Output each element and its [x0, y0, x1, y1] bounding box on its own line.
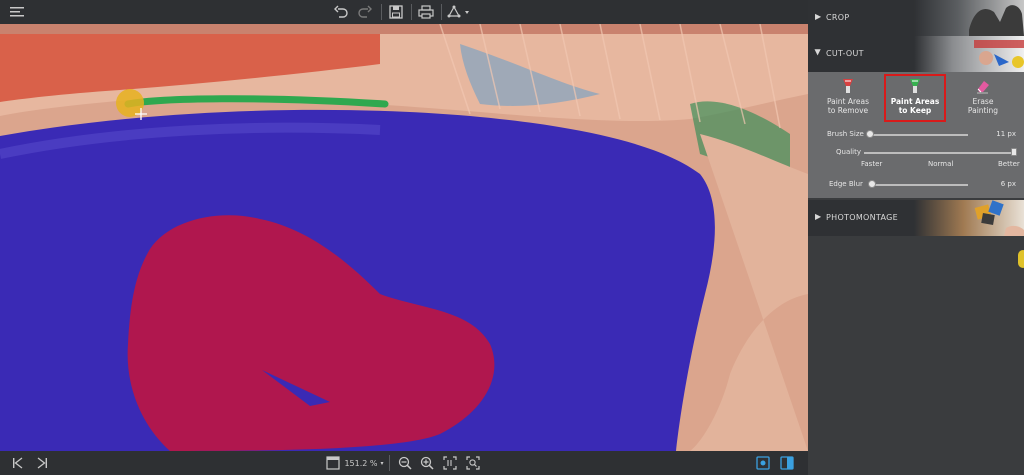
remove-label-line1: Paint Areas — [826, 97, 870, 106]
eraser-icon — [977, 81, 989, 94]
image-canvas[interactable] — [0, 24, 808, 451]
edge-blur-value: 6 px — [1000, 180, 1016, 188]
brush-cursor — [116, 89, 144, 117]
app-window: 151.2 % ▾ ▶ CROP ▶ CUT-OUT Paint Areas t… — [0, 0, 1024, 475]
quality-mark-faster: Faster — [861, 160, 883, 168]
undo-icon[interactable] — [332, 2, 350, 22]
section-cut-out[interactable]: ▶ CUT-OUT — [808, 36, 1024, 72]
top-toolbar — [0, 0, 808, 24]
chevron-down-icon: ▾ — [380, 459, 384, 467]
chevron-down-icon: ▶ — [813, 49, 823, 56]
fit-screen-icon[interactable] — [464, 454, 482, 472]
section-photomontage-label: PHOTOMONTAGE — [826, 213, 898, 222]
edge-blur-track[interactable] — [870, 184, 968, 186]
print-icon[interactable] — [416, 2, 436, 22]
next-icon[interactable] — [34, 454, 50, 472]
remove-brush-icon — [843, 79, 853, 93]
view-split-icon[interactable] — [778, 454, 796, 472]
quality-mark-better: Better — [998, 160, 1020, 168]
zoom-level-select[interactable]: 151.2 % ▾ — [344, 454, 384, 472]
section-photomontage[interactable]: ▶ PHOTOMONTAGE — [808, 200, 1024, 236]
paint-areas-to-remove-button[interactable]: Paint Areas to Remove — [817, 76, 879, 124]
redo-icon[interactable] — [356, 2, 374, 22]
bottombar-separator — [389, 455, 390, 471]
edge-blur-row: Edge Blur 6 px — [808, 178, 1024, 192]
panel-scroll-handle[interactable] — [1018, 250, 1024, 268]
toolbar-separator — [441, 4, 442, 20]
quality-label: Quality — [836, 148, 862, 156]
keep-label-line2: to Keep — [898, 106, 932, 115]
quality-mark-normal: Normal — [928, 160, 954, 168]
zoom-level-value: 151.2 % — [344, 458, 378, 468]
paint-areas-to-keep-button[interactable]: Paint Areas to Keep — [884, 74, 946, 122]
zoom-fit-icon[interactable] — [324, 454, 342, 472]
cut-out-thumbnail — [914, 36, 1024, 72]
zoom-out-icon[interactable] — [396, 454, 414, 472]
actual-size-icon[interactable] — [441, 454, 459, 472]
section-crop[interactable]: ▶ CROP — [808, 0, 1024, 36]
crop-thumbnail — [914, 0, 1024, 36]
keep-brush-icon — [910, 79, 920, 93]
quality-marks: Faster Normal Better — [808, 160, 1024, 170]
section-cut-out-label: CUT-OUT — [826, 49, 864, 58]
quality-slider-handle[interactable] — [1011, 148, 1017, 156]
photo-with-paint-overlay[interactable] — [0, 24, 808, 451]
remove-label-line2: to Remove — [827, 106, 869, 115]
chevron-right-icon: ▶ — [815, 12, 822, 21]
chevron-right-icon: ▶ — [815, 212, 822, 221]
edge-blur-slider-handle[interactable] — [867, 180, 876, 188]
erase-painting-button[interactable]: Erase Painting — [952, 76, 1014, 124]
brush-size-label: Brush Size — [827, 130, 864, 138]
bottom-toolbar: 151.2 % ▾ — [0, 451, 808, 475]
share-icon[interactable] — [446, 2, 472, 22]
brush-size-row: Brush Size 11 px — [808, 128, 1024, 142]
brush-size-track[interactable] — [870, 134, 968, 136]
first-icon[interactable] — [10, 454, 26, 472]
section-crop-label: CROP — [826, 13, 850, 22]
toolbar-separator — [411, 4, 412, 20]
toolbar-separator — [381, 4, 382, 20]
zoom-in-icon[interactable] — [418, 454, 436, 472]
quality-track[interactable] — [864, 152, 1014, 154]
quality-row: Quality — [808, 146, 1024, 160]
hair-top — [0, 24, 808, 34]
keep-label-line1: Paint Areas — [890, 97, 940, 106]
save-icon[interactable] — [386, 2, 406, 22]
right-panel: ▶ CROP ▶ CUT-OUT Paint Areas to Remove P… — [808, 0, 1024, 475]
brush-size-slider-handle[interactable] — [866, 130, 874, 138]
menu-icon[interactable] — [8, 2, 28, 22]
edge-blur-label: Edge Blur — [829, 180, 863, 188]
erase-label-line1: Erase — [972, 97, 994, 106]
erase-label-line2: Painting — [967, 106, 999, 115]
view-single-icon[interactable] — [754, 454, 772, 472]
brush-size-value: 11 px — [996, 130, 1016, 138]
photomontage-thumbnail — [914, 200, 1024, 236]
